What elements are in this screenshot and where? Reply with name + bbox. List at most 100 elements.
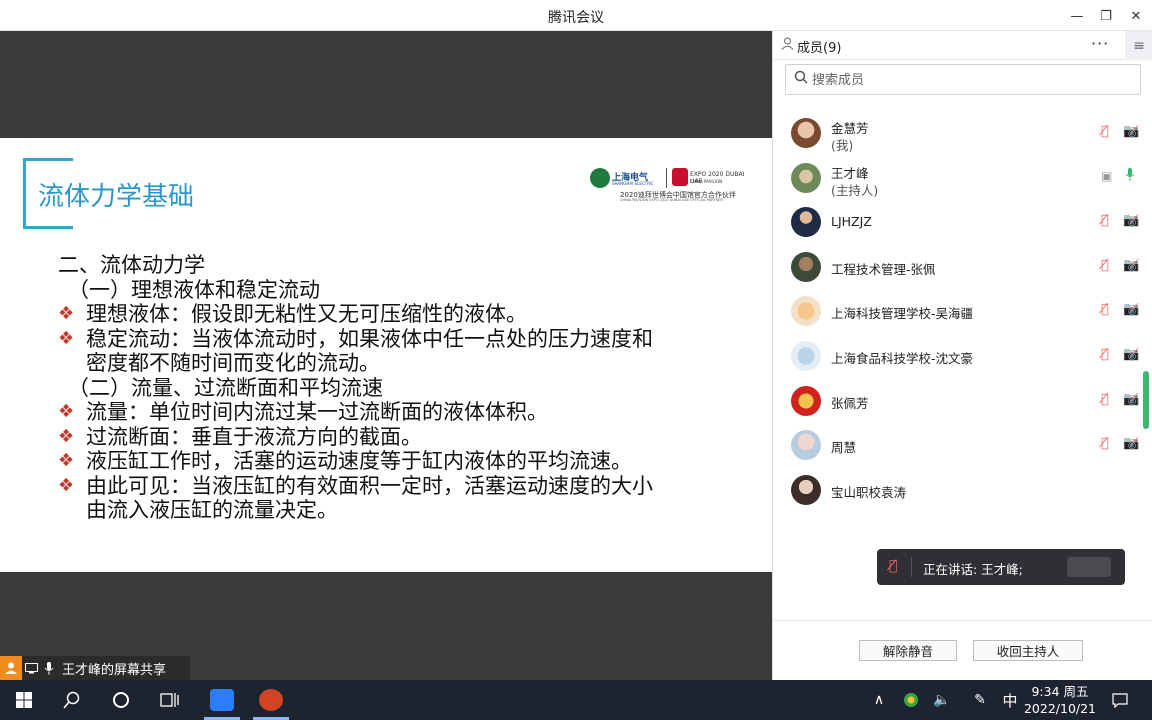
mic-muted-icon: 🎙̸ [1101, 213, 1109, 229]
camera-off-icon: 📷̸ [1123, 302, 1140, 318]
camera-off-icon: 📷̸ [1123, 124, 1140, 139]
pen-input-icon[interactable]: ✎ [966, 680, 994, 720]
show-hidden-icons-icon[interactable]: ∧ [868, 680, 890, 720]
avatar [791, 430, 821, 461]
security-app-icon[interactable] [898, 680, 924, 720]
bullet-diamond-icon: ❖ [58, 303, 75, 324]
mic-muted-icon: 🎙̸ [1101, 391, 1109, 407]
expo-logo-icon [672, 168, 688, 186]
member-name: 周慧 [831, 440, 857, 456]
camera-off-icon: 📷̸ [1123, 257, 1140, 273]
restore-icon[interactable]: ❐ [1096, 6, 1116, 26]
more-options-icon[interactable]: ··· [1091, 34, 1109, 53]
camera-off-icon: 📷̸ [1123, 391, 1140, 407]
speaking-text: 正在讲话: 王才峰; [923, 562, 1023, 577]
ime-indicator[interactable]: 中 [998, 680, 1022, 720]
screen-share-icon: ▣ [1101, 168, 1113, 183]
cortana-icon[interactable] [97, 680, 145, 720]
close-icon[interactable]: ✕ [1126, 6, 1146, 26]
members-panel: 成员(9) ··· ≡ 金慧芳 (我) 🎙̸ 📷̸ 王才峰 (主持人) ▣ [772, 31, 1152, 680]
bullet-continuation: 密度都不随时间而变化的流动。 [86, 351, 380, 375]
clock-date: 2022/10/21 [1023, 701, 1097, 716]
camera-off-icon: 📷̸ [1123, 436, 1140, 452]
search-icon[interactable] [48, 680, 96, 720]
member-search[interactable] [785, 64, 1141, 95]
avatar [791, 118, 821, 148]
divider [911, 557, 912, 577]
speaker-thumbnail [1067, 557, 1111, 577]
menu-icon[interactable]: ≡ [1125, 31, 1152, 60]
member-row[interactable]: 张佩芳 🎙̸ 📷̸ [773, 379, 1152, 424]
member-name: 上海科技管理学校-吴海疆 [831, 306, 974, 322]
tencent-meeting-app-icon[interactable] [198, 680, 246, 720]
bullet-item: ❖ 流量：单位时间内流过某一过流断面的液体体积。 [58, 400, 548, 424]
members-list: 金慧芳 (我) 🎙̸ 📷̸ 王才峰 (主持人) ▣ LJHZJZ 🎙̸ 📷̸ 工… [773, 111, 1152, 512]
mic-muted-icon: 🎙̸ [1101, 257, 1109, 273]
bullet-continuation: 由流入液压缸的流量决定。 [86, 498, 338, 522]
shanghai-electric-logo-icon [590, 168, 610, 188]
volume-icon[interactable]: 🔈 [928, 680, 956, 720]
mic-muted-icon[interactable]: 🎙̸ [1101, 124, 1109, 139]
notification-icon[interactable] [1106, 680, 1134, 720]
camera-off-icon: 📷̸ [1123, 213, 1140, 229]
member-name: LJHZJZ [831, 214, 872, 230]
member-row[interactable]: 王才峰 (主持人) ▣ [773, 156, 1152, 201]
heading-3: （二）流量、过流断面和平均流速 [68, 375, 383, 400]
screen-share-label[interactable]: 王才峰的屏幕共享 [0, 656, 190, 680]
windows-start-icon[interactable] [0, 680, 48, 720]
bullet-item: ❖ 液压缸工作时，活塞的运动速度等于缸内液体的平均流速。 [58, 449, 632, 473]
minimize-icon[interactable]: — [1067, 6, 1087, 26]
member-name: 宝山职校袁涛 [831, 484, 907, 500]
members-footer: 解除静音 收回主持人 [773, 620, 1152, 680]
member-name: 张佩芳 [831, 395, 869, 411]
avatar [791, 162, 821, 193]
presentation-slide: 流体力学基础 上海电气 SHANGHAI ELECTRIC EXPO 2020 … [0, 138, 772, 572]
member-row[interactable]: 工程技术管理-张佩 🎙̸ 📷̸ [773, 245, 1152, 290]
system-clock[interactable]: 9:34 周五 2022/10/21 [1022, 683, 1098, 717]
bullet-diamond-icon: ❖ [58, 474, 75, 496]
bullet-item: ❖ 过流断面：垂直于液流方向的截面。 [58, 424, 422, 449]
user-icon [0, 656, 22, 680]
member-row[interactable]: 金慧芳 (我) 🎙̸ 📷̸ [773, 111, 1152, 156]
reclaim-host-button[interactable]: 收回主持人 [973, 640, 1083, 661]
member-row[interactable]: 上海科技管理学校-吴海疆 🎙̸ 📷̸ [773, 289, 1152, 334]
screen-share-icon [22, 656, 40, 680]
mic-muted-icon: 🎙̸ [1101, 302, 1109, 318]
member-row[interactable]: 上海食品科技学校-沈文豪 🎙̸ 📷̸ [773, 334, 1152, 379]
avatar [791, 474, 821, 505]
members-header: 成员(9) ··· ≡ [773, 31, 1152, 60]
mic-muted-icon: 🎙̸ [1101, 436, 1109, 452]
heading-1: 二、流体动力学 [58, 253, 205, 277]
search-input[interactable] [812, 69, 1132, 91]
speaking-indicator: 🎙̸ 正在讲话: 王才峰; [877, 549, 1125, 585]
window-title: 腾讯会议 [548, 10, 604, 26]
logo-partner-en: CHINA PAVILION EXPO 2020 DUBAI UAE OFFIC… [620, 198, 723, 202]
bullet-diamond-icon: ❖ [58, 450, 75, 471]
avatar [791, 207, 821, 238]
logo-divider [666, 168, 667, 188]
mic-muted-icon[interactable]: 🎙̸ [889, 558, 897, 574]
camera-off-icon: 📷̸ [1123, 346, 1140, 362]
member-name: 工程技术管理-张佩 [831, 261, 936, 277]
heading-2: （一）理想液体和稳定流动 [68, 277, 320, 302]
taskbar: ∧ 🔈 ✎ 中 9:34 周五 2022/10/21 [0, 680, 1152, 720]
member-row[interactable]: 周慧 🎙̸ 📷̸ [773, 423, 1152, 468]
logo-pavilion: CHINA PAVILION [690, 179, 723, 184]
bullet-diamond-icon: ❖ [58, 401, 75, 422]
bullet-item: ❖ 稳定流动：当液体流动时，如果液体中任一点处的压力速度和 [58, 326, 653, 351]
bullet-diamond-icon: ❖ [58, 327, 75, 349]
member-role: (我) [831, 138, 854, 153]
avatar [791, 340, 821, 371]
members-scrollbar[interactable] [1143, 371, 1149, 429]
microphone-icon [40, 656, 58, 680]
avatar [791, 251, 821, 282]
bullet-item: ❖ 由此可见：当液压缸的有效面积一定时，活塞运动速度的大小 [58, 473, 653, 498]
task-view-icon[interactable] [146, 680, 194, 720]
member-row[interactable]: LJHZJZ 🎙̸ 📷̸ [773, 200, 1152, 245]
clock-time: 9:34 周五 [1031, 684, 1089, 699]
member-name: 上海食品科技学校-沈文豪 [831, 350, 974, 366]
microphone-active-icon [1125, 167, 1135, 186]
member-row[interactable]: 宝山职校袁涛 [773, 468, 1152, 513]
powerpoint-app-icon[interactable] [247, 680, 295, 720]
unmute-all-button[interactable]: 解除静音 [859, 640, 957, 661]
